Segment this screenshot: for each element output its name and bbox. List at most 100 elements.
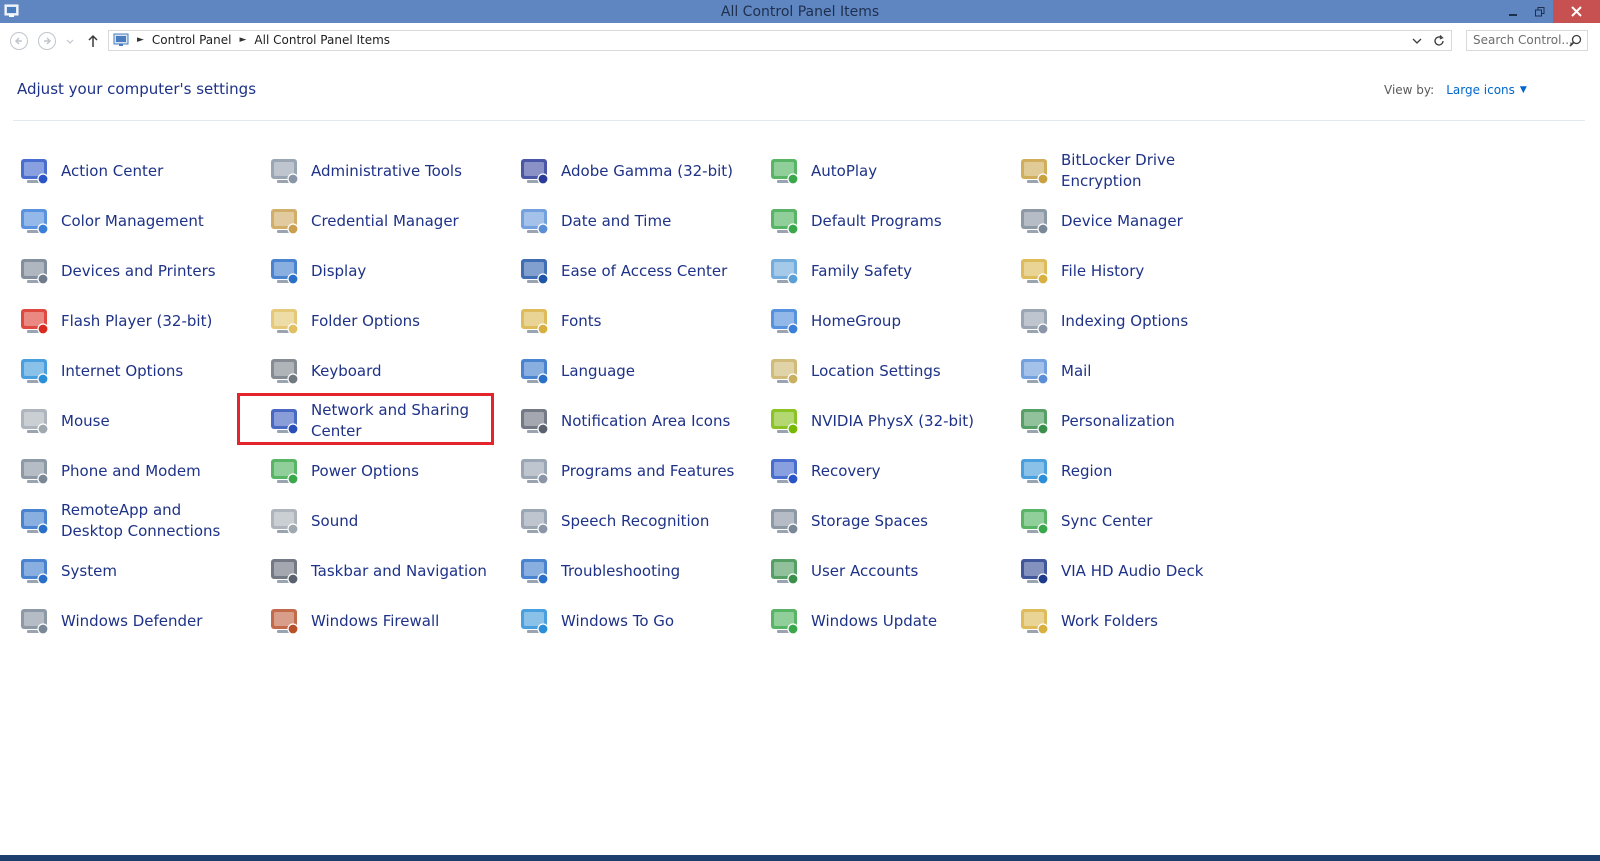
item-label[interactable]: Windows Defender xyxy=(61,611,241,632)
autoplay-icon[interactable] xyxy=(767,154,801,188)
item-action-center[interactable]: Action Center xyxy=(17,146,267,196)
item-label[interactable]: Administrative Tools xyxy=(311,161,491,182)
item-remoteapp-and-desktop-connections[interactable]: RemoteApp and Desktop Connections xyxy=(17,496,267,546)
item-label[interactable]: Personalization xyxy=(1061,411,1241,432)
item-label[interactable]: Troubleshooting xyxy=(561,561,741,582)
item-display[interactable]: Display xyxy=(267,246,517,296)
item-sync-center[interactable]: Sync Center xyxy=(1017,496,1267,546)
item-programs-and-features[interactable]: Programs and Features xyxy=(517,446,767,496)
item-label[interactable]: Folder Options xyxy=(311,311,491,332)
item-label[interactable]: Credential Manager xyxy=(311,211,491,232)
item-network-and-sharing-center[interactable]: Network and Sharing Center xyxy=(267,396,517,446)
item-fonts[interactable]: Fonts xyxy=(517,296,767,346)
item-power-options[interactable]: Power Options xyxy=(267,446,517,496)
recent-locations-chevron-icon[interactable] xyxy=(64,31,76,51)
breadcrumb-all-items[interactable]: All Control Panel Items xyxy=(254,33,390,47)
item-label[interactable]: Windows To Go xyxy=(561,611,741,632)
item-label[interactable]: Device Manager xyxy=(1061,211,1241,232)
language-icon[interactable] xyxy=(517,354,551,388)
microphone-icon[interactable] xyxy=(517,504,551,538)
refresh-button[interactable] xyxy=(1426,30,1452,51)
item-label[interactable]: VIA HD Audio Deck xyxy=(1061,561,1241,582)
display-icon[interactable] xyxy=(267,254,301,288)
item-label[interactable]: Date and Time xyxy=(561,211,741,232)
item-flash-player[interactable]: Flash Player (32-bit) xyxy=(17,296,267,346)
item-windows-to-go[interactable]: Windows To Go xyxy=(517,596,767,646)
item-label[interactable]: Windows Update xyxy=(811,611,991,632)
indexing-icon[interactable] xyxy=(1017,304,1051,338)
item-mail[interactable]: Mail xyxy=(1017,346,1267,396)
item-homegroup[interactable]: HomeGroup xyxy=(767,296,1017,346)
notification-area-icon[interactable] xyxy=(517,404,551,438)
breadcrumb-separator-icon[interactable]: ► xyxy=(137,35,144,45)
search-input[interactable]: Search Control... xyxy=(1466,30,1588,51)
keyboard-icon[interactable] xyxy=(267,354,301,388)
breadcrumb-separator-icon[interactable]: ► xyxy=(240,35,247,45)
sync-icon[interactable] xyxy=(1017,504,1051,538)
homegroup-icon[interactable] xyxy=(767,304,801,338)
item-indexing-options[interactable]: Indexing Options xyxy=(1017,296,1267,346)
power-icon[interactable] xyxy=(267,454,301,488)
address-bar[interactable]: ► Control Panel ► All Control Panel Item… xyxy=(108,30,1452,51)
item-label[interactable]: Keyboard xyxy=(311,361,491,382)
item-label[interactable]: Programs and Features xyxy=(561,461,741,482)
item-family-safety[interactable]: Family Safety xyxy=(767,246,1017,296)
item-windows-update[interactable]: Windows Update xyxy=(767,596,1017,646)
item-speech-recognition[interactable]: Speech Recognition xyxy=(517,496,767,546)
item-label[interactable]: User Accounts xyxy=(811,561,991,582)
item-mouse[interactable]: Mouse xyxy=(17,396,267,446)
item-label[interactable]: Mail xyxy=(1061,361,1241,382)
windows-update-icon[interactable] xyxy=(767,604,801,638)
phone-icon[interactable] xyxy=(17,454,51,488)
item-label[interactable]: BitLocker Drive Encryption xyxy=(1061,150,1241,192)
item-label[interactable]: Devices and Printers xyxy=(61,261,241,282)
item-label[interactable]: Network and Sharing Center xyxy=(311,400,491,442)
item-color-management[interactable]: Color Management xyxy=(17,196,267,246)
item-label[interactable]: Work Folders xyxy=(1061,611,1241,632)
breadcrumb-control-panel[interactable]: Control Panel xyxy=(152,33,232,47)
fonts-icon[interactable] xyxy=(517,304,551,338)
mouse-icon[interactable] xyxy=(17,404,51,438)
item-label[interactable]: System xyxy=(61,561,241,582)
item-label[interactable]: Adobe Gamma (32-bit) xyxy=(561,161,741,182)
item-sound[interactable]: Sound xyxy=(267,496,517,546)
item-autoplay[interactable]: AutoPlay xyxy=(767,146,1017,196)
mail-icon[interactable] xyxy=(1017,354,1051,388)
recovery-icon[interactable] xyxy=(767,454,801,488)
item-language[interactable]: Language xyxy=(517,346,767,396)
storage-icon[interactable] xyxy=(767,504,801,538)
item-folder-options[interactable]: Folder Options xyxy=(267,296,517,346)
search-icon[interactable] xyxy=(1569,34,1582,47)
item-personalization[interactable]: Personalization xyxy=(1017,396,1267,446)
item-label[interactable]: Windows Firewall xyxy=(311,611,491,632)
nvidia-icon[interactable] xyxy=(767,404,801,438)
network-icon[interactable] xyxy=(267,404,301,438)
item-bitlocker-drive-encryption[interactable]: BitLocker Drive Encryption xyxy=(1017,146,1267,196)
minimize-button[interactable] xyxy=(1499,0,1526,23)
item-label[interactable]: Language xyxy=(561,361,741,382)
item-label[interactable]: AutoPlay xyxy=(811,161,991,182)
item-recovery[interactable]: Recovery xyxy=(767,446,1017,496)
item-label[interactable]: Default Programs xyxy=(811,211,991,232)
item-label[interactable]: Ease of Access Center xyxy=(561,261,741,282)
item-label[interactable]: Region xyxy=(1061,461,1241,482)
item-label[interactable]: Mouse xyxy=(61,411,241,432)
item-label[interactable]: NVIDIA PhysX (32-bit) xyxy=(811,411,991,432)
item-adobe-gamma[interactable]: Adobe Gamma (32-bit) xyxy=(517,146,767,196)
region-icon[interactable] xyxy=(1017,454,1051,488)
default-programs-icon[interactable] xyxy=(767,204,801,238)
remoteapp-icon[interactable] xyxy=(17,504,51,538)
item-label[interactable]: Location Settings xyxy=(811,361,991,382)
control-panel-app-icon[interactable] xyxy=(4,4,19,18)
file-history-icon[interactable] xyxy=(1017,254,1051,288)
speaker-icon[interactable] xyxy=(267,504,301,538)
item-label[interactable]: File History xyxy=(1061,261,1241,282)
item-via-hd-audio-deck[interactable]: VIA HD Audio Deck xyxy=(1017,546,1267,596)
item-label[interactable]: Internet Options xyxy=(61,361,241,382)
item-windows-defender[interactable]: Windows Defender xyxy=(17,596,267,646)
item-label[interactable]: Taskbar and Navigation xyxy=(311,561,491,582)
location-icon[interactable] xyxy=(767,354,801,388)
flag-icon[interactable] xyxy=(17,154,51,188)
item-storage-spaces[interactable]: Storage Spaces xyxy=(767,496,1017,546)
item-taskbar-and-navigation[interactable]: Taskbar and Navigation xyxy=(267,546,517,596)
